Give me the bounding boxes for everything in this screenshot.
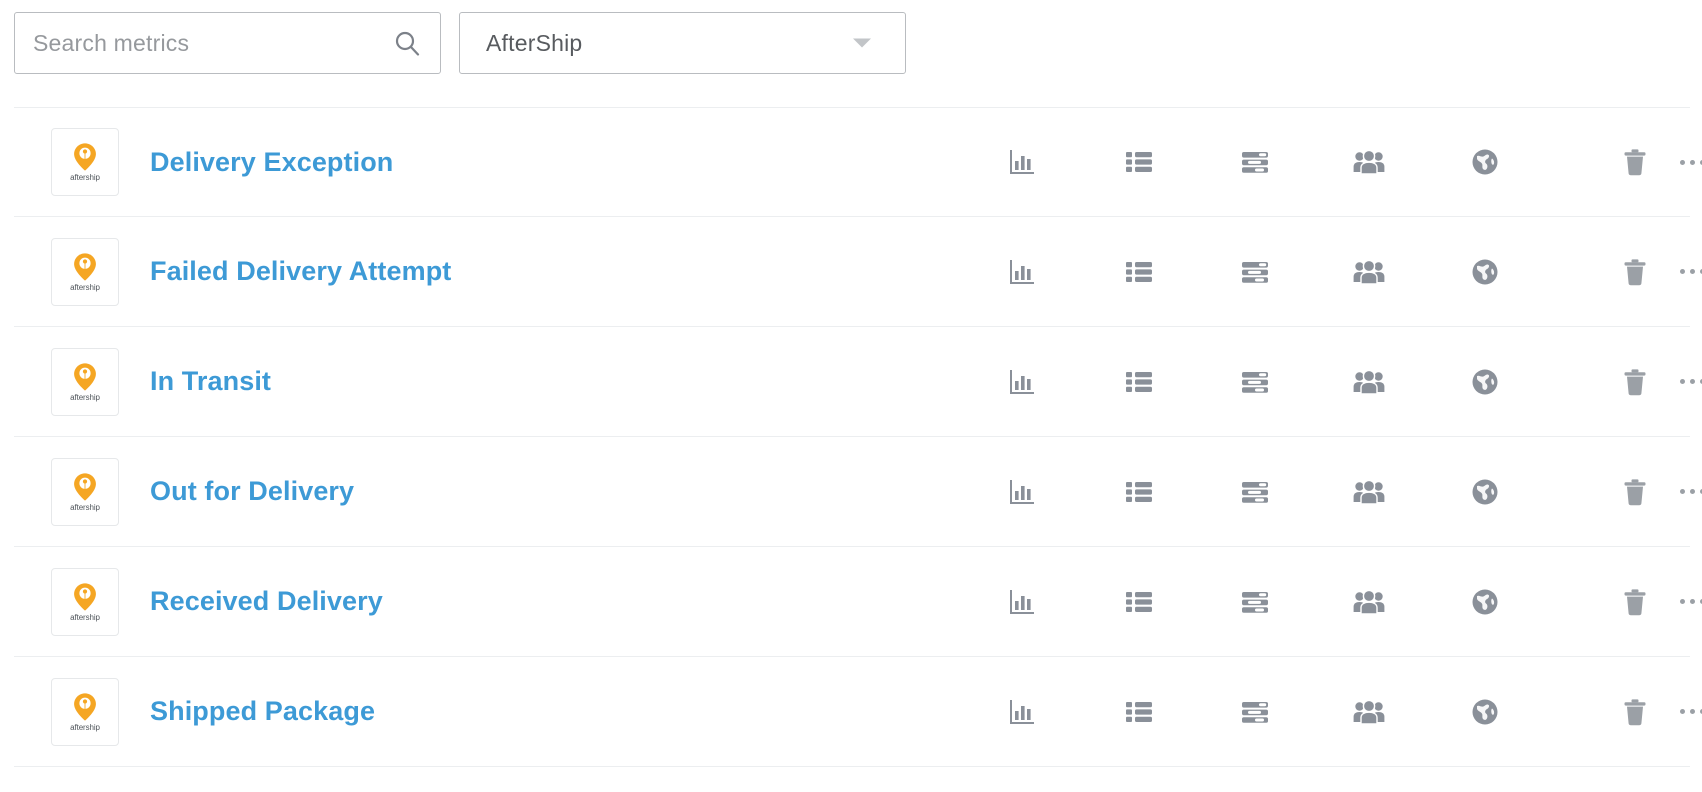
chart-icon[interactable]	[1005, 695, 1039, 729]
list-icon[interactable]	[1122, 475, 1156, 509]
metric-row: aftership In Transit	[14, 327, 1702, 437]
search-metrics-box[interactable]	[14, 12, 441, 74]
ellipsis-icon[interactable]	[1672, 255, 1702, 289]
globe-icon[interactable]	[1468, 475, 1502, 509]
aftership-wordmark: aftership	[70, 502, 100, 512]
chart-icon[interactable]	[1005, 145, 1039, 179]
chart-icon[interactable]	[1005, 365, 1039, 399]
metric-name-link[interactable]: Shipped Package	[150, 696, 375, 727]
metric-name-link[interactable]: Received Delivery	[150, 586, 383, 617]
aftership-pin-icon	[74, 362, 96, 391]
metric-row: aftership Failed Delivery Attempt	[14, 217, 1702, 327]
people-icon[interactable]	[1352, 145, 1386, 179]
aftership-pin-logo: aftership	[51, 237, 119, 306]
metric-row: aftership Out for Delivery	[14, 437, 1702, 547]
metric-row: aftership Shipped Package	[14, 657, 1702, 767]
metric-name-link[interactable]: Failed Delivery Attempt	[150, 256, 451, 287]
trash-icon[interactable]	[1618, 585, 1652, 619]
metrics-toolbar: AfterShip	[14, 12, 906, 74]
integration-filter-dropdown[interactable]: AfterShip	[459, 12, 906, 74]
people-icon[interactable]	[1352, 475, 1386, 509]
aftership-pin-icon	[74, 582, 96, 611]
aftership-wordmark: aftership	[70, 612, 100, 622]
sliders-icon[interactable]	[1238, 475, 1272, 509]
chart-icon[interactable]	[1005, 585, 1039, 619]
ellipsis-icon[interactable]	[1672, 585, 1702, 619]
search-input[interactable]	[15, 13, 440, 73]
chart-icon[interactable]	[1005, 475, 1039, 509]
trash-icon[interactable]	[1618, 475, 1652, 509]
people-icon[interactable]	[1352, 255, 1386, 289]
list-icon[interactable]	[1122, 585, 1156, 619]
ellipsis-icon[interactable]	[1672, 475, 1702, 509]
aftership-wordmark: aftership	[70, 173, 100, 182]
people-icon[interactable]	[1352, 365, 1386, 399]
aftership-pin-logo: aftership	[51, 457, 119, 526]
list-icon[interactable]	[1122, 695, 1156, 729]
ellipsis-icon[interactable]	[1672, 695, 1702, 729]
metric-name-link[interactable]: Out for Delivery	[150, 476, 354, 507]
list-icon[interactable]	[1122, 145, 1156, 179]
metrics-list: aftership Delivery Exception aftership F…	[14, 107, 1702, 767]
ellipsis-icon[interactable]	[1672, 365, 1702, 399]
aftership-wordmark: aftership	[70, 392, 100, 402]
metric-row: aftership Received Delivery	[14, 547, 1702, 657]
globe-icon[interactable]	[1468, 145, 1502, 179]
globe-icon[interactable]	[1468, 695, 1502, 729]
globe-icon[interactable]	[1468, 255, 1502, 289]
aftership-pin-logo: aftership	[51, 128, 119, 196]
sliders-icon[interactable]	[1238, 695, 1272, 729]
aftership-pin-logo: aftership	[51, 677, 119, 746]
aftership-pin-icon	[74, 252, 96, 281]
sliders-icon[interactable]	[1238, 255, 1272, 289]
sliders-icon[interactable]	[1238, 145, 1272, 179]
people-icon[interactable]	[1352, 585, 1386, 619]
sliders-icon[interactable]	[1238, 365, 1272, 399]
metrics-page: AfterShip aftership Delivery Exception	[0, 0, 1702, 792]
aftership-wordmark: aftership	[70, 722, 100, 732]
metric-name-link[interactable]: In Transit	[150, 366, 271, 397]
trash-icon[interactable]	[1618, 145, 1652, 179]
aftership-pin-icon	[74, 472, 96, 501]
trash-icon[interactable]	[1618, 255, 1652, 289]
metric-name-link[interactable]: Delivery Exception	[150, 147, 393, 178]
chevron-down-icon	[853, 38, 871, 48]
chart-icon[interactable]	[1005, 255, 1039, 289]
list-icon[interactable]	[1122, 365, 1156, 399]
aftership-wordmark: aftership	[70, 282, 100, 292]
sliders-icon[interactable]	[1238, 585, 1272, 619]
integration-filter-value: AfterShip	[486, 29, 583, 56]
trash-icon[interactable]	[1618, 365, 1652, 399]
people-icon[interactable]	[1352, 695, 1386, 729]
trash-icon[interactable]	[1618, 695, 1652, 729]
aftership-pin-logo: aftership	[51, 347, 119, 416]
aftership-pin-logo: aftership	[51, 567, 119, 636]
metric-row: aftership Delivery Exception	[14, 107, 1702, 217]
ellipsis-icon[interactable]	[1672, 145, 1702, 179]
globe-icon[interactable]	[1468, 585, 1502, 619]
aftership-pin-icon	[74, 143, 96, 171]
aftership-pin-icon	[74, 692, 96, 721]
globe-icon[interactable]	[1468, 365, 1502, 399]
list-icon[interactable]	[1122, 255, 1156, 289]
